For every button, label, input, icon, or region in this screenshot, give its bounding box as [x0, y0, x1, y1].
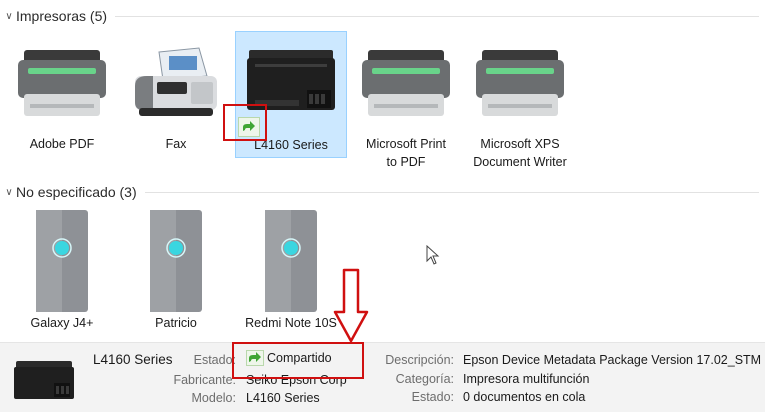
annotation-down-arrow-icon	[333, 268, 369, 343]
categoria-label: Categoría:	[395, 372, 454, 386]
tile-label: Galaxy J4+	[30, 316, 94, 330]
printer-icon	[362, 50, 450, 116]
tile-label: Microsoft Print	[366, 137, 446, 151]
chevron-down-icon: ∨	[5, 10, 13, 22]
descripcion-label: Descripción:	[385, 353, 454, 367]
estado2-value: 0 documentos en cola	[463, 390, 586, 404]
divider	[115, 15, 759, 17]
generic-device-icon	[150, 210, 202, 312]
generic-device-icon	[36, 210, 88, 312]
tile-label: to PDF	[386, 155, 426, 169]
generic-device-icon	[265, 210, 317, 312]
tile-label: Fax	[165, 137, 187, 151]
modelo-label: Modelo:	[191, 391, 236, 405]
group-header-printers[interactable]: ∨ Impresoras (5)	[0, 5, 765, 27]
annotation-box-shared-icon	[223, 104, 267, 141]
tile-label: Redmi Note 10S	[245, 316, 337, 330]
descripcion-value: Epson Device Metadata Package Version 17…	[463, 353, 762, 367]
fax-icon	[135, 47, 217, 116]
inkjet-printer-icon	[14, 361, 74, 399]
tile-label: Adobe PDF	[29, 137, 95, 151]
printer-tile-microsoft-print-to-pdf[interactable]: Microsoft Print to PDF	[350, 32, 462, 172]
device-tile-redmi-note-10s[interactable]: Redmi Note 10S	[235, 204, 347, 334]
tile-label: Patricio	[155, 316, 197, 330]
divider	[144, 191, 759, 193]
modelo-value: L4160 Series	[246, 391, 320, 405]
annotation-box-compartido	[232, 342, 364, 379]
printer-tile-fax[interactable]: Fax	[120, 32, 232, 158]
details-device-name: L4160 Series	[93, 352, 173, 367]
device-tile-patricio[interactable]: Patricio	[120, 204, 232, 334]
printer-tile-adobe-pdf[interactable]: Adobe PDF	[6, 32, 118, 158]
group-title: No especificado (3)	[16, 184, 137, 200]
group-header-unspecified[interactable]: ∨ No especificado (3)	[0, 181, 765, 203]
printer-icon	[18, 50, 106, 116]
tile-label: Document Writer	[473, 155, 567, 169]
details-pane: L4160 Series Estado: Compartido Fabrican…	[0, 342, 765, 412]
estado2-label: Estado:	[411, 390, 454, 404]
printer-icon	[476, 50, 564, 116]
fabricante-label: Fabricante:	[173, 373, 236, 387]
chevron-down-icon: ∨	[5, 186, 13, 198]
tile-label: Microsoft XPS	[480, 137, 560, 151]
categoria-value: Impresora multifunción	[463, 372, 590, 386]
device-tile-galaxy-j4[interactable]: Galaxy J4+	[6, 204, 118, 334]
group-title: Impresoras (5)	[16, 8, 108, 24]
printer-tile-microsoft-xps[interactable]: Microsoft XPS Document Writer	[464, 32, 576, 172]
estado-label: Estado:	[193, 353, 236, 367]
mouse-cursor-icon	[426, 245, 440, 265]
